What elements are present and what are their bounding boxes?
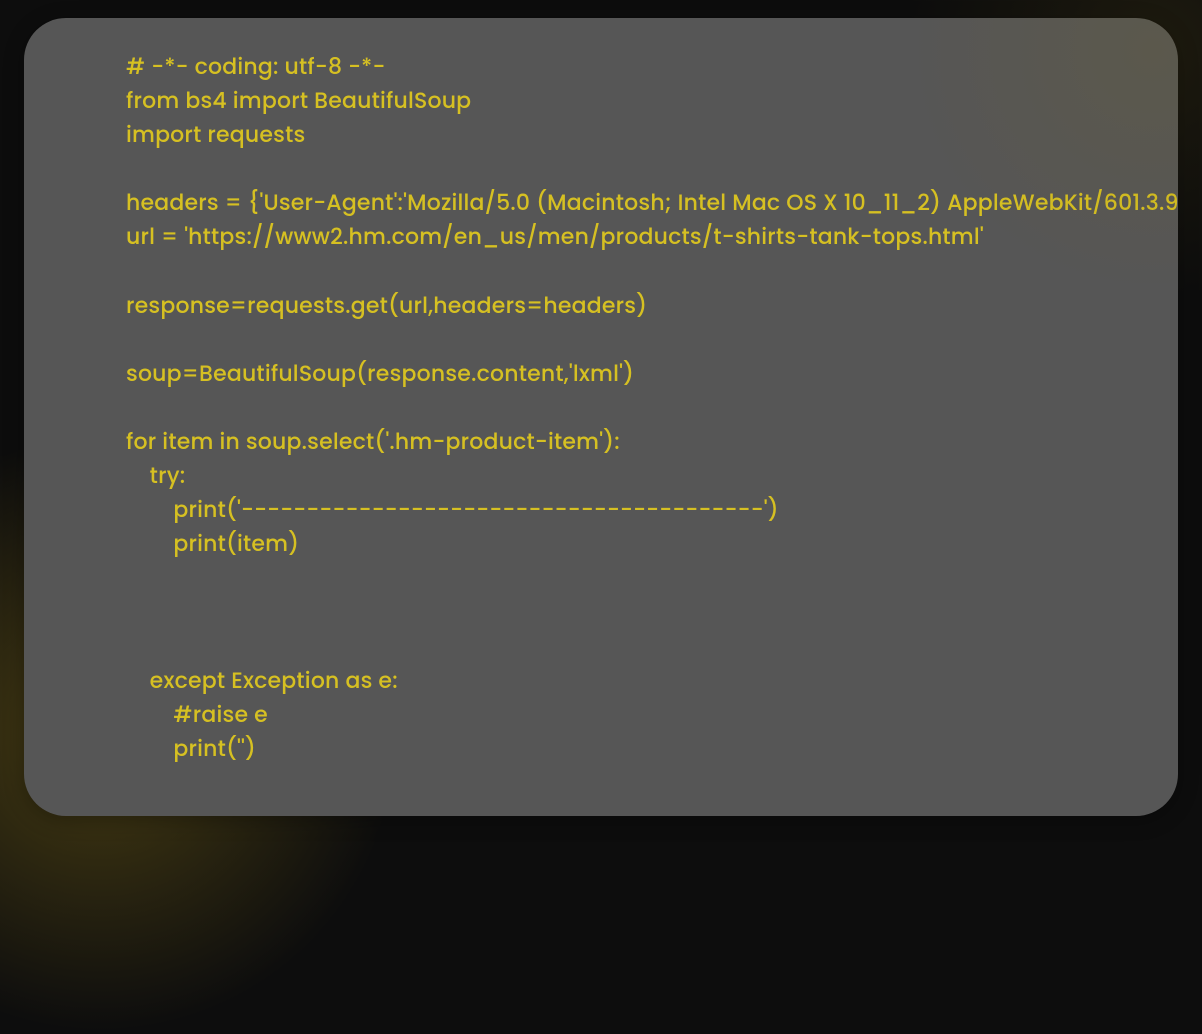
code-line-15: print(item) (126, 528, 299, 559)
code-line-10: soup=BeautifulSoup(response.content,'lxm… (126, 358, 634, 389)
code-line-14: print('---------------------------------… (126, 494, 779, 525)
code-block: # -*- coding: utf-8 -*- from bs4 import … (126, 50, 1090, 766)
code-line-19: except Exception as e: (126, 665, 398, 696)
code-line-3: import requests (126, 119, 305, 150)
code-line-6: url = 'https://www2.hm.com/en_us/men/pro… (126, 221, 984, 252)
code-container: # -*- coding: utf-8 -*- from bs4 import … (24, 18, 1178, 816)
code-line-2: from bs4 import BeautifulSoup (126, 85, 471, 116)
code-line-20: #raise e (126, 699, 268, 730)
code-line-13: try: (126, 460, 185, 491)
code-line-1: # -*- coding: utf-8 -*- (126, 51, 386, 82)
code-line-21: print('') (126, 733, 256, 764)
code-line-8: response=requests.get(url,headers=header… (126, 290, 647, 321)
code-line-12: for item in soup.select('.hm-product-ite… (126, 426, 620, 457)
code-line-5: headers = {'User-Agent':'Mozilla/5.0 (Ma… (126, 187, 1178, 218)
